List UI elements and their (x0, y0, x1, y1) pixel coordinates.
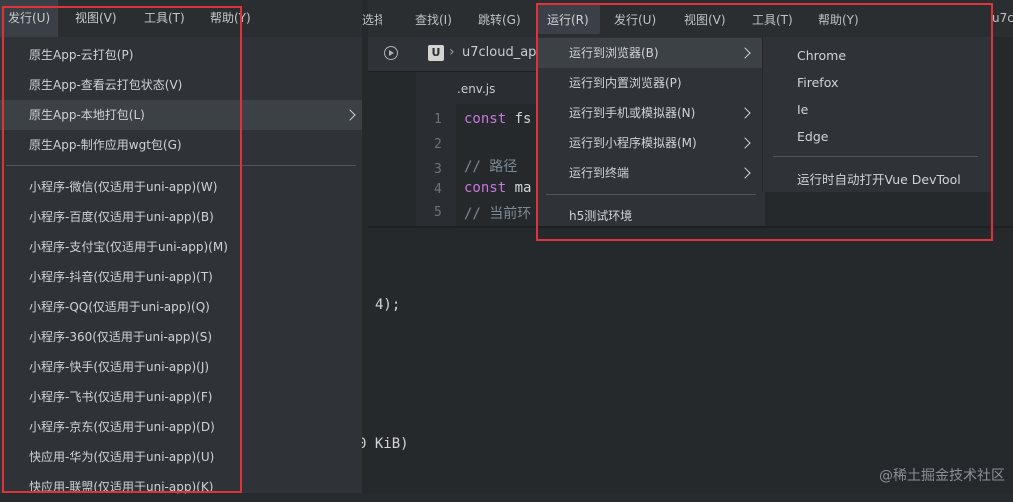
code-keyword: const (464, 180, 507, 196)
menu-item[interactable]: 运行到小程序模拟器(M) (538, 128, 762, 158)
uniapp-logo-icon: U (428, 45, 444, 61)
menu-select[interactable]: 选择(S) (362, 11, 382, 28)
menu-item[interactable]: 小程序-360(仅适用于uni-app)(S) (0, 322, 362, 352)
submenu-item-firefox[interactable]: Firefox (797, 75, 838, 90)
menu-tools[interactable]: 工具(T) (136, 0, 193, 37)
menu-item-label: h5测试环境 (569, 209, 633, 223)
menu-item[interactable]: 快应用-联盟(仅适用于uni-app)(K) (0, 472, 362, 502)
menu-item[interactable]: 小程序-快手(仅适用于uni-app)(J) (0, 352, 362, 382)
menu-item[interactable]: h5测试环境 (538, 201, 762, 231)
menu-separator (773, 156, 978, 157)
menu-item-label: 小程序-飞书(仅适用于uni-app)(F) (29, 390, 213, 404)
chevron-right-icon: › (449, 44, 455, 60)
menu-item-label: 运行到小程序模拟器(M) (569, 136, 697, 150)
menu-item-highlighted[interactable]: 运行到浏览器(B) (538, 38, 762, 68)
menu-separator (546, 194, 756, 195)
menu-goto[interactable]: 跳转(G) (478, 11, 521, 28)
submenu-item-edge[interactable]: Edge (797, 129, 828, 144)
code-line: const fs (464, 111, 531, 127)
code-comment: // 路径 (464, 159, 518, 175)
code-fragment: 4); (375, 297, 401, 313)
left-menubar: 发行(U) 视图(V) 工具(T) 帮助(Y) (0, 0, 362, 37)
code-line: const ma (464, 180, 531, 196)
line-number: 4 (434, 182, 442, 197)
menu-item[interactable]: 运行到内置浏览器(P) (538, 68, 762, 98)
menu-run-label: 运行(R) (547, 13, 589, 27)
menu-item[interactable]: 小程序-飞书(仅适用于uni-app)(F) (0, 382, 362, 412)
menu-item-label: 快应用-联盟(仅适用于uni-app)(K) (29, 480, 214, 494)
menu-item[interactable]: 小程序-百度(仅适用于uni-app)(B) (0, 202, 362, 232)
menu-item[interactable]: 原生App-云打包(P) (0, 40, 362, 70)
menu-item-label: 小程序-快手(仅适用于uni-app)(J) (29, 360, 210, 374)
run-icon[interactable] (384, 46, 398, 60)
line-number: 5 (434, 205, 442, 220)
menu-item-label: 小程序-微信(仅适用于uni-app)(W) (29, 180, 218, 194)
menu-item-label: 小程序-360(仅适用于uni-app)(S) (29, 330, 213, 344)
publish-dropdown: 原生App-云打包(P) 原生App-查看云打包状态(V) 原生App-本地打包… (0, 37, 362, 494)
menu-find[interactable]: 查找(I) (415, 11, 452, 28)
file-tab[interactable]: .env.js (457, 82, 495, 96)
menu-item[interactable]: 小程序-抖音(仅适用于uni-app)(T) (0, 262, 362, 292)
menu-publish-active[interactable]: 发行(U) (0, 0, 59, 37)
menu-item-label: 原生App-查看云打包状态(V) (29, 78, 183, 92)
menu-item-label: 原生App-云打包(P) (29, 48, 134, 62)
menu-item-label: 运行到终端 (569, 166, 630, 180)
code-text: ma (506, 180, 532, 196)
menu-item-label: 小程序-支付宝(仅适用于uni-app)(M) (29, 240, 228, 254)
menu-item[interactable]: 小程序-QQ(仅适用于uni-app)(Q) (0, 292, 362, 322)
menu-item[interactable]: 运行到终端 (538, 158, 762, 188)
watermark: @稀土掘金技术社区 (879, 468, 1005, 484)
menu-view[interactable]: 视图(V) (67, 0, 125, 37)
menu-project-name: u7c (992, 11, 1013, 25)
submenu-item-chrome[interactable]: Chrome (797, 48, 846, 63)
menu-item-label: 快应用-华为(仅适用于uni-app)(U) (29, 450, 215, 464)
menu-help[interactable]: 帮助(Y) (202, 0, 259, 37)
chevron-right-icon (344, 109, 356, 121)
menu-item-label: 原生App-制作应用wgt包(G) (29, 138, 182, 152)
line-number: 1 (434, 112, 442, 127)
chevron-right-icon (739, 47, 751, 59)
menu-tools[interactable]: 工具(T) (752, 11, 793, 28)
chevron-right-icon (739, 107, 751, 119)
menu-item[interactable]: 小程序-微信(仅适用于uni-app)(W) (0, 172, 362, 202)
menu-item-label: 运行到内置浏览器(P) (569, 76, 682, 90)
code-fragment: 0 KiB) (358, 436, 409, 452)
menu-help[interactable]: 帮助(Y) (818, 11, 859, 28)
menu-item-label: 小程序-抖音(仅适用于uni-app)(T) (29, 270, 213, 284)
menu-item[interactable]: 小程序-京东(仅适用于uni-app)(D) (0, 412, 362, 442)
menu-item[interactable]: 小程序-支付宝(仅适用于uni-app)(M) (0, 232, 362, 262)
menu-item-label: 小程序-QQ(仅适用于uni-app)(Q) (29, 300, 210, 314)
menu-item[interactable]: 快应用-华为(仅适用于uni-app)(U) (0, 442, 362, 472)
menu-run-active[interactable]: 运行(R) (538, 4, 600, 34)
menu-publish[interactable]: 发行(U) (614, 11, 656, 28)
menu-item[interactable]: 原生App-制作应用wgt包(G) (0, 130, 362, 160)
chevron-right-icon (739, 167, 751, 179)
menu-item-label: 运行到手机或模拟器(N) (569, 106, 696, 120)
code-text: fs (506, 111, 532, 127)
line-number: 2 (434, 137, 442, 152)
editor-menubar: 选择(S) 查找(I) 跳转(G) 发行(U) 视图(V) 工具(T) 帮助(Y… (362, 0, 1013, 37)
submenu-item-ie[interactable]: Ie (797, 102, 808, 117)
menu-separator (6, 165, 356, 166)
menu-item[interactable]: 原生App-查看云打包状态(V) (0, 70, 362, 100)
code-comment: // 当前环 (464, 206, 532, 222)
menu-view[interactable]: 视图(V) (684, 11, 726, 28)
menu-item-label: 小程序-京东(仅适用于uni-app)(D) (29, 420, 215, 434)
menu-item-label: 运行到浏览器(B) (569, 46, 659, 60)
breadcrumb[interactable]: u7cloud_app (462, 45, 545, 60)
run-dropdown: 运行到浏览器(B) 运行到内置浏览器(P) 运行到手机或模拟器(N) 运行到小程… (538, 37, 765, 226)
submenu-item-vue-devtool[interactable]: 运行时自动打开Vue DevTool (797, 169, 961, 188)
menu-item-label: 原生App-本地打包(L) (29, 108, 145, 122)
menu-item-highlighted[interactable]: 原生App-本地打包(L) (0, 100, 362, 130)
menu-item[interactable]: 运行到手机或模拟器(N) (538, 98, 762, 128)
chevron-right-icon (739, 137, 751, 149)
line-number: 3 (434, 162, 442, 177)
menu-item-label: 小程序-百度(仅适用于uni-app)(B) (29, 210, 214, 224)
code-keyword: const (464, 111, 507, 127)
